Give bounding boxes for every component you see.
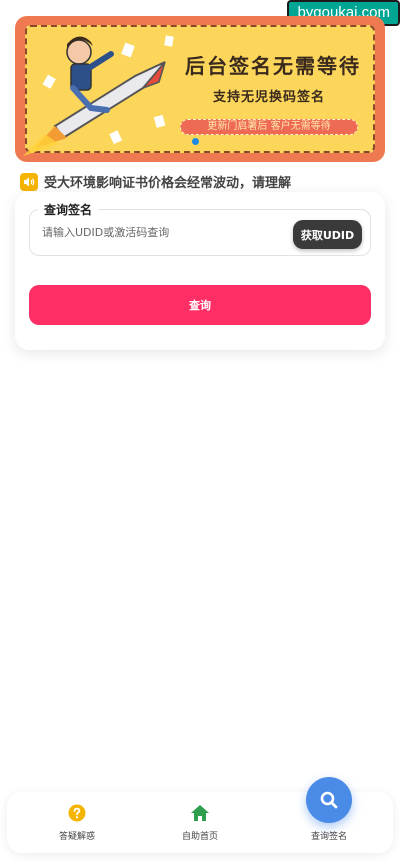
search-icon <box>320 791 338 809</box>
nav-label-faq: 答疑解惑 <box>58 832 95 842</box>
home-icon <box>191 805 209 821</box>
speaker-icon <box>20 172 38 191</box>
notice-bar: 受大环境影响证书价格会经常波动，请理解 <box>20 172 291 191</box>
udid-input[interactable] <box>42 220 282 244</box>
carousel-dots[interactable] <box>192 138 199 145</box>
nav-label-query: 查询签名 <box>310 832 347 842</box>
nav-label-home: 自助首页 <box>181 832 218 842</box>
question-icon <box>68 804 86 822</box>
query-card: 查询签名 获取UDID 查询 <box>15 192 385 350</box>
get-udid-button[interactable]: 获取UDID <box>293 220 362 249</box>
banner-subtitle: 支持无児换码签名 <box>213 90 326 105</box>
notice-text: 受大环境影响证书价格会经常波动，请理解 <box>44 176 292 191</box>
promo-banner[interactable]: 后台签名无需等待 支持无児换码签名 更新门启署后 客户无需等待 <box>15 16 385 162</box>
udid-fieldset: 查询签名 获取UDID <box>29 201 371 256</box>
search-fab-button[interactable] <box>306 777 352 823</box>
nav-item-faq[interactable]: 答疑解惑 <box>37 802 117 842</box>
rocket-illustration <box>23 35 174 156</box>
query-legend: 查询签名 <box>38 201 99 218</box>
banner-pill: 更新门启署后 客户无需等待 <box>180 119 358 135</box>
banner-title: 后台签名无需等待 <box>185 54 361 78</box>
nav-item-home[interactable]: 自助首页 <box>160 802 240 842</box>
carousel-dot-active[interactable] <box>192 138 199 145</box>
query-button[interactable]: 查询 <box>29 285 371 325</box>
